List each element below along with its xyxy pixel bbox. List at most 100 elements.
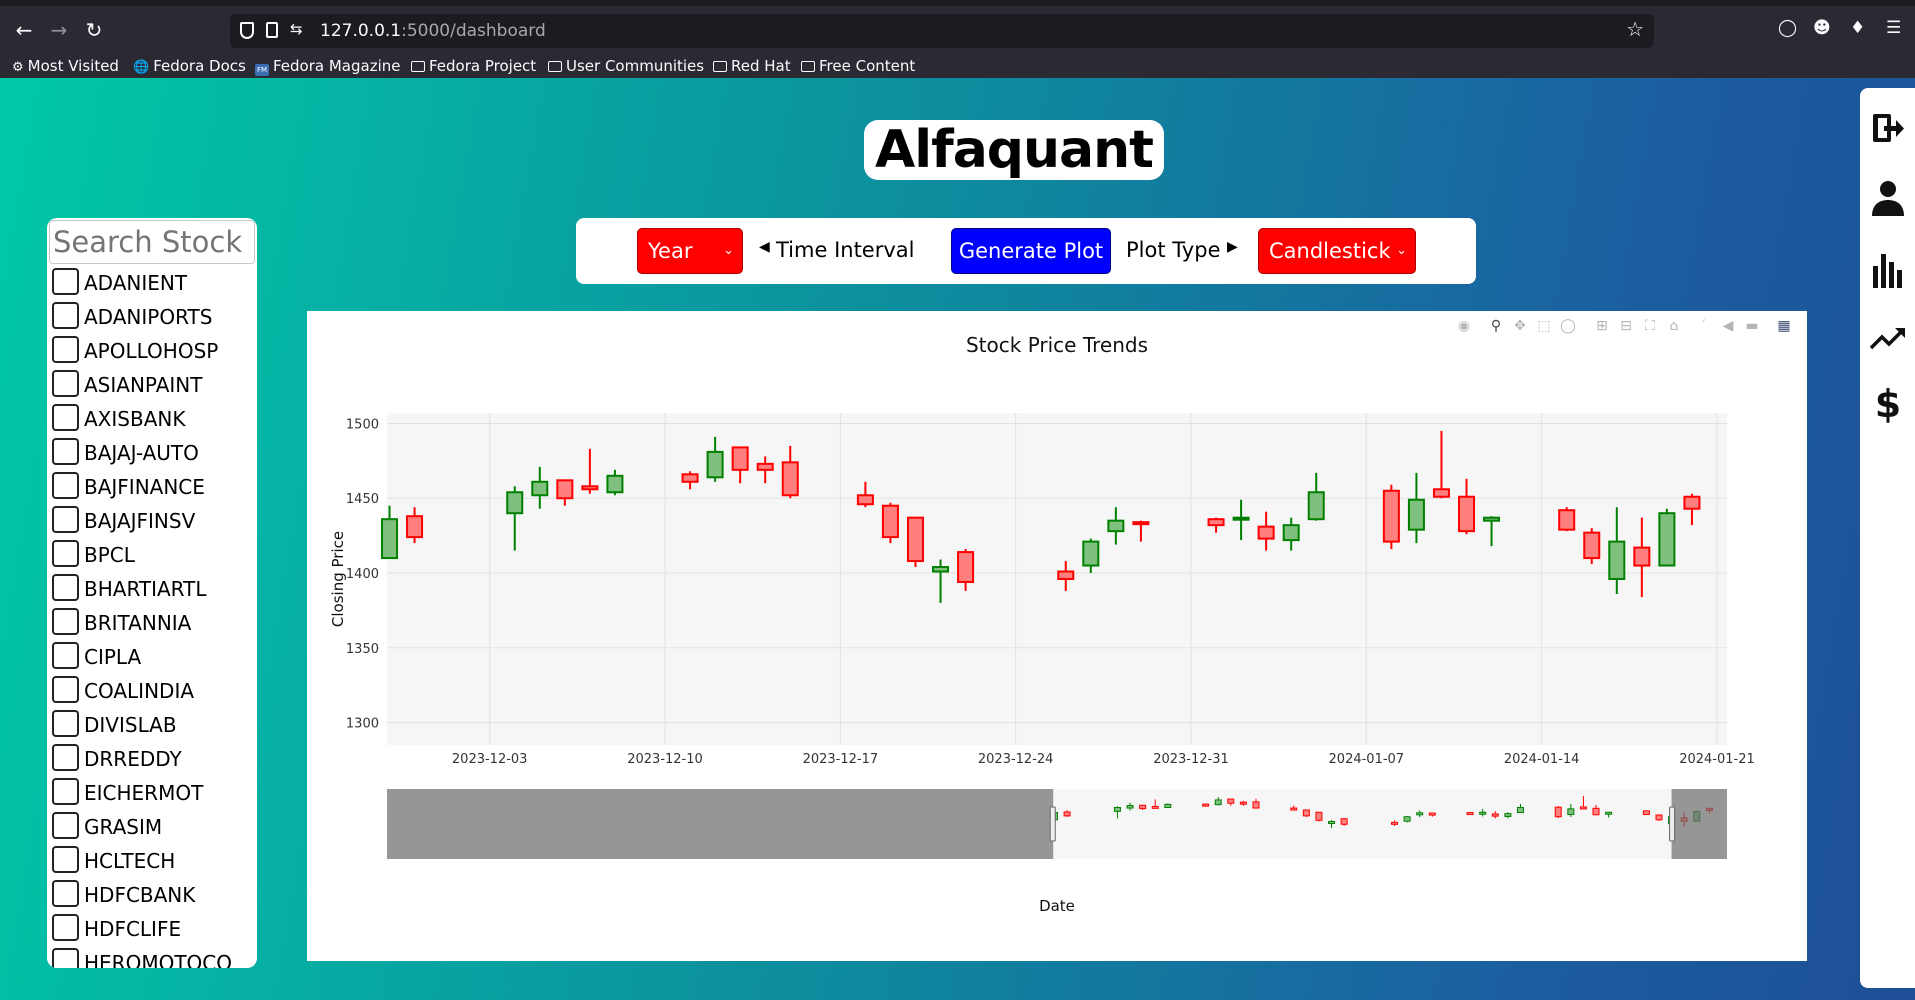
bookmark-fedora-project[interactable]: Fedora Project bbox=[411, 54, 536, 78]
candle-body[interactable] bbox=[556, 479, 574, 500]
stock-checkbox[interactable] bbox=[52, 336, 79, 363]
candle-body[interactable] bbox=[581, 485, 599, 491]
stock-item[interactable]: HDFCBANK bbox=[47, 877, 257, 911]
url-bar[interactable]: ⇆ 127.0.0.1:5000/dashboard ☆ bbox=[230, 14, 1654, 48]
interval-select[interactable]: Year ⌄ bbox=[637, 228, 743, 274]
zoom-out-icon[interactable]: ⊟ bbox=[1617, 317, 1635, 335]
shield-icon[interactable] bbox=[240, 22, 254, 39]
stock-item[interactable]: BAJAJ-AUTO bbox=[47, 435, 257, 469]
stock-item[interactable]: GRASIM bbox=[47, 809, 257, 843]
zoom-icon[interactable]: ⚲ bbox=[1487, 317, 1505, 335]
stock-checkbox[interactable] bbox=[52, 914, 79, 941]
stock-item[interactable]: BHARTIARTL bbox=[47, 571, 257, 605]
back-arrow-icon[interactable]: ← bbox=[10, 16, 38, 44]
hover-closest-icon[interactable]: ◀ bbox=[1719, 317, 1737, 335]
stock-checkbox[interactable] bbox=[52, 710, 79, 737]
candle-body[interactable] bbox=[1132, 521, 1150, 526]
zoom-in-icon[interactable]: ⊞ bbox=[1593, 317, 1611, 335]
stock-item[interactable]: BRITANNIA bbox=[47, 605, 257, 639]
candle-body[interactable] bbox=[1207, 518, 1225, 527]
candle-body[interactable] bbox=[1257, 525, 1275, 540]
stock-checkbox[interactable] bbox=[52, 642, 79, 669]
plotly-logo-icon[interactable]: ▦ bbox=[1775, 317, 1793, 335]
stock-item[interactable]: HCLTECH bbox=[47, 843, 257, 877]
candle-body[interactable] bbox=[1608, 540, 1626, 580]
stock-item[interactable]: DIVISLAB bbox=[47, 707, 257, 741]
stock-checkbox[interactable] bbox=[52, 506, 79, 533]
stock-item[interactable]: BPCL bbox=[47, 537, 257, 571]
candle-body[interactable] bbox=[1558, 509, 1576, 531]
stock-item[interactable]: HEROMOTOCO bbox=[47, 945, 257, 968]
stock-item[interactable]: ADANIENT bbox=[47, 265, 257, 299]
bookmark-fedora-docs[interactable]: 🌐 Fedora Docs bbox=[133, 54, 246, 80]
stock-item[interactable]: EICHERMOT bbox=[47, 775, 257, 809]
stock-checkbox[interactable] bbox=[52, 676, 79, 703]
stock-item[interactable]: ADANIPORTS bbox=[47, 299, 257, 333]
candle-body[interactable] bbox=[506, 491, 524, 515]
stock-item[interactable]: BAJFINANCE bbox=[47, 469, 257, 503]
stock-checkbox[interactable] bbox=[52, 608, 79, 635]
stock-checkbox[interactable] bbox=[52, 472, 79, 499]
candle-body[interactable] bbox=[706, 450, 724, 479]
candle-body[interactable] bbox=[1432, 488, 1450, 498]
candle-body[interactable] bbox=[1458, 495, 1476, 533]
candle-body[interactable] bbox=[1107, 519, 1125, 533]
search-stock-input[interactable] bbox=[49, 220, 255, 264]
candle-body[interactable] bbox=[781, 461, 799, 497]
user-icon[interactable] bbox=[1870, 178, 1906, 218]
reset-axes-icon[interactable]: ⌂ bbox=[1665, 317, 1683, 335]
spike-lines-icon[interactable]: ′ bbox=[1695, 317, 1713, 335]
stock-item[interactable]: AXISBANK bbox=[47, 401, 257, 435]
candlestick-chart[interactable]: 1300 1350 1400 1450 1500 2023-12-03 2023-12-10… bbox=[307, 311, 1807, 961]
candle-body[interactable] bbox=[957, 551, 975, 583]
autoscale-icon[interactable]: ⛶ bbox=[1641, 317, 1659, 335]
stock-checkbox[interactable] bbox=[52, 812, 79, 839]
pan-icon[interactable]: ✥ bbox=[1511, 317, 1529, 335]
candle-body[interactable] bbox=[381, 518, 399, 560]
candle-body[interactable] bbox=[1382, 489, 1400, 543]
candle-body[interactable] bbox=[1658, 512, 1676, 567]
stock-checkbox[interactable] bbox=[52, 948, 79, 968]
stock-item[interactable]: ASIANPAINT bbox=[47, 367, 257, 401]
stock-checkbox[interactable] bbox=[52, 778, 79, 805]
stock-checkbox[interactable] bbox=[52, 744, 79, 771]
rangeslider-handle-left[interactable] bbox=[1049, 806, 1056, 842]
candle-body[interactable] bbox=[1082, 540, 1100, 567]
candle-body[interactable] bbox=[932, 566, 950, 573]
url-text[interactable]: 127.0.0.1:5000/dashboard bbox=[320, 21, 546, 41]
candle-body[interactable] bbox=[856, 494, 874, 506]
bookmark-user-communities[interactable]: User Communities bbox=[548, 54, 704, 78]
bookmark-star-icon[interactable]: ☆ bbox=[1626, 17, 1644, 41]
stock-item[interactable]: DRREDDY bbox=[47, 741, 257, 775]
stock-checkbox[interactable] bbox=[52, 370, 79, 397]
extensions-icon[interactable]: ♦ bbox=[1850, 18, 1865, 38]
camera-icon[interactable]: ◉ bbox=[1455, 317, 1473, 335]
box-select-icon[interactable]: ⬚ bbox=[1535, 317, 1553, 335]
bookmark-most-visited[interactable]: ⚙ Most Visited bbox=[12, 54, 119, 80]
stock-item[interactable]: HDFCLIFE bbox=[47, 911, 257, 945]
candle-body[interactable] bbox=[681, 473, 699, 483]
account-icon[interactable]: ☻ bbox=[1813, 18, 1831, 38]
reload-icon[interactable]: ↻ bbox=[80, 16, 108, 44]
stock-checkbox[interactable] bbox=[52, 574, 79, 601]
dollar-icon[interactable]: $ bbox=[1870, 384, 1906, 424]
candle-body[interactable] bbox=[1483, 516, 1501, 522]
logout-icon[interactable] bbox=[1870, 108, 1906, 148]
bookmark-free-content[interactable]: Free Content bbox=[801, 54, 915, 78]
stock-item[interactable]: COALINDIA bbox=[47, 673, 257, 707]
stock-item[interactable]: CIPLA bbox=[47, 639, 257, 673]
generate-plot-button[interactable]: Generate Plot bbox=[951, 228, 1111, 274]
stock-checkbox[interactable] bbox=[52, 404, 79, 431]
stock-checkbox[interactable] bbox=[52, 268, 79, 295]
candle-body[interactable] bbox=[1057, 570, 1075, 580]
bookmark-fedora-magazine[interactable]: FM Fedora Magazine bbox=[255, 54, 401, 78]
lasso-icon[interactable]: ◯ bbox=[1559, 317, 1577, 335]
stock-item[interactable]: APOLLOHOSP bbox=[47, 333, 257, 367]
candle-body[interactable] bbox=[606, 474, 624, 494]
candle-body[interactable] bbox=[1407, 498, 1425, 531]
stock-checkbox[interactable] bbox=[52, 880, 79, 907]
bookmark-red-hat[interactable]: Red Hat bbox=[713, 54, 791, 78]
candle-body[interactable] bbox=[731, 446, 749, 471]
pocket-icon[interactable]: ◯ bbox=[1778, 18, 1797, 38]
candle-body[interactable] bbox=[1282, 524, 1300, 542]
